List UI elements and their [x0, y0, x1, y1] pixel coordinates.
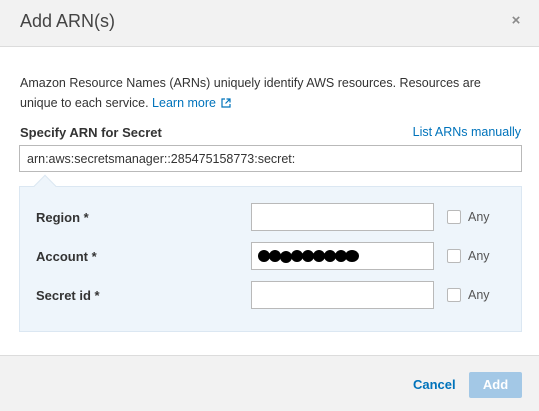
- account-any-label: Any: [468, 249, 490, 263]
- secret-id-any-label: Any: [468, 288, 490, 302]
- cancel-button[interactable]: Cancel: [413, 377, 456, 392]
- arn-field-label: Specify ARN for Secret: [20, 125, 162, 140]
- learn-more-label: Learn more: [152, 96, 216, 110]
- secret-id-input[interactable]: [251, 281, 434, 309]
- dialog-title: Add ARN(s): [20, 11, 116, 31]
- close-icon[interactable]: ×: [510, 13, 522, 28]
- learn-more-link[interactable]: Learn more: [152, 96, 232, 110]
- dialog-footer: Cancel Add: [0, 355, 539, 411]
- add-arn-dialog: Add ARN(s) × Amazon Resource Names (ARNs…: [0, 0, 539, 411]
- region-label: Region *: [36, 210, 89, 225]
- external-link-icon: [221, 94, 232, 114]
- region-input[interactable]: [251, 203, 434, 231]
- account-input[interactable]: [251, 242, 434, 270]
- description-text: Amazon Resource Names (ARNs) uniquely id…: [20, 76, 481, 110]
- arn-input[interactable]: [19, 145, 522, 172]
- secret-id-any-checkbox[interactable]: [447, 288, 461, 302]
- redacted-value: [258, 250, 359, 263]
- list-arns-manually-link[interactable]: List ARNs manually: [413, 125, 521, 139]
- secret-id-label: Secret id *: [36, 288, 100, 303]
- dialog-header: Add ARN(s) ×: [0, 0, 539, 47]
- add-button[interactable]: Add: [469, 372, 522, 398]
- account-label: Account *: [36, 249, 97, 264]
- region-any-checkbox[interactable]: [447, 210, 461, 224]
- account-any-checkbox[interactable]: [447, 249, 461, 263]
- region-any-label: Any: [468, 210, 490, 224]
- description: Amazon Resource Names (ARNs) uniquely id…: [20, 73, 520, 114]
